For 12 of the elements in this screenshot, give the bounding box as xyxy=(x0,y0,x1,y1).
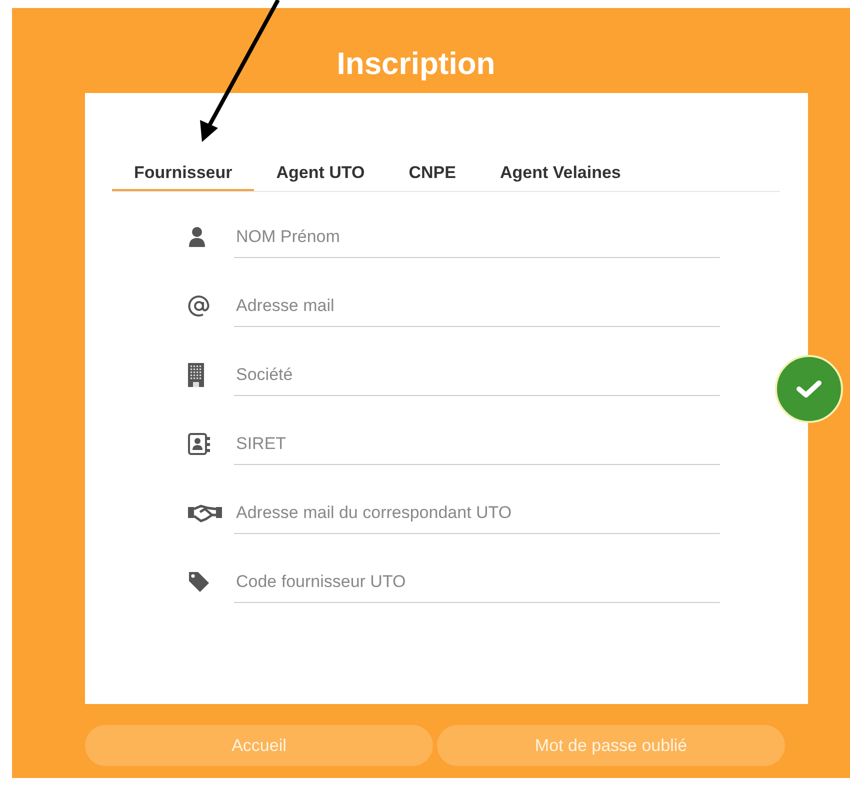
tab[interactable]: Agent UTO xyxy=(254,143,387,191)
at-sign-icon xyxy=(188,295,210,317)
checkmark-icon xyxy=(796,379,822,399)
tab[interactable]: CNPE xyxy=(386,143,478,191)
form-title: Inscription xyxy=(336,45,496,83)
contact-book-icon xyxy=(188,433,210,455)
tag-icon xyxy=(188,571,210,593)
handshake-icon xyxy=(188,503,222,523)
building-icon xyxy=(188,363,204,387)
person-icon xyxy=(188,226,206,248)
tab[interactable]: Fournisseur xyxy=(112,143,254,191)
tab[interactable]: Agent Velaines xyxy=(478,143,643,191)
